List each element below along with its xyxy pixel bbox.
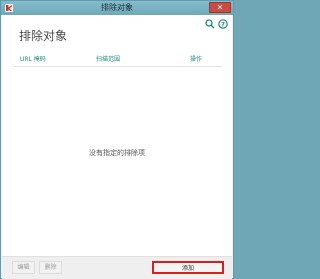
column-header-url-mask[interactable]: URL 掩码	[20, 55, 46, 64]
edit-button[interactable]: 编辑	[12, 261, 35, 274]
title-bar[interactable]: 排除对象 ✕	[1, 1, 233, 15]
search-icon[interactable]	[205, 19, 215, 29]
column-header-action[interactable]: 操作	[190, 55, 202, 64]
main-panel: 排除对象 ? URL 掩码 扫描范围 操作 没有指定的排除项 编辑 删除 添加	[2, 15, 232, 279]
help-icon[interactable]: ?	[218, 19, 228, 29]
empty-list-message: 没有指定的排除项	[89, 149, 145, 157]
table-header: URL 掩码 扫描范围 操作	[14, 55, 222, 67]
page-title: 排除对象	[19, 29, 68, 43]
column-header-scan-scope[interactable]: 扫描范围	[96, 55, 120, 64]
svg-text:?: ?	[221, 20, 225, 28]
window-title: 排除对象	[101, 3, 133, 12]
delete-button[interactable]: 删除	[39, 261, 62, 274]
footer-toolbar: 编辑 删除 添加	[2, 256, 232, 279]
exclusions-window: 排除对象 ✕ 排除对象 ? URL 掩码 扫描范围 操作 没有指定的排除项 编辑…	[0, 0, 234, 279]
close-button[interactable]: ✕	[209, 2, 231, 13]
add-button[interactable]: 添加	[152, 261, 224, 274]
